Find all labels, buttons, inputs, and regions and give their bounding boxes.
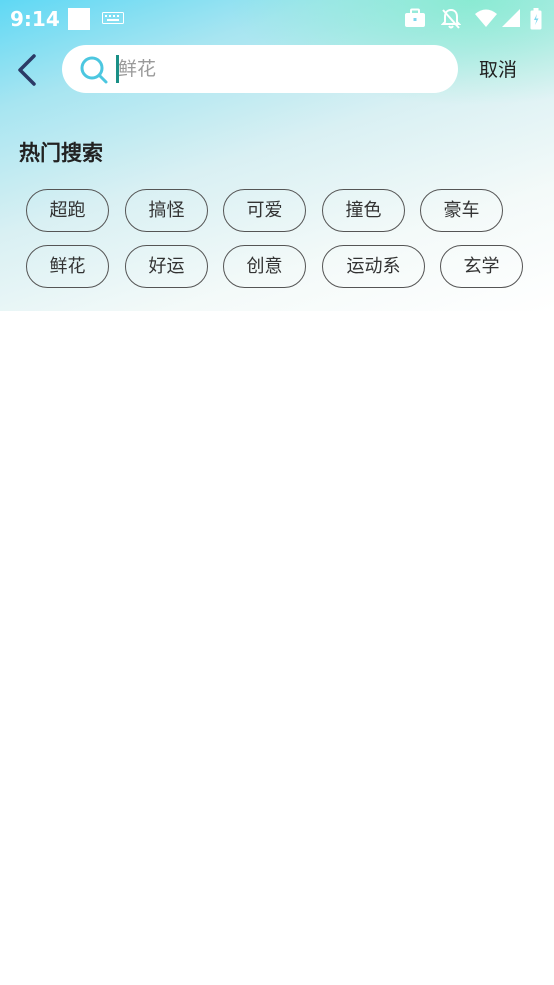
cancel-button[interactable]: 取消 xyxy=(470,55,526,85)
search-box[interactable] xyxy=(62,45,458,93)
square-icon xyxy=(68,8,90,30)
bell-off-icon xyxy=(441,8,461,29)
hot-tag[interactable]: 好运 xyxy=(125,245,208,288)
hot-tag[interactable]: 运动系 xyxy=(322,245,425,288)
screen: 9:14 鲜花 取消 热门搜索 超跑 搞怪 可爱 撞色 豪车 鲜花 好运 创意 … xyxy=(0,0,554,985)
chevron-left-icon xyxy=(18,54,36,86)
search-input[interactable] xyxy=(118,51,438,87)
hot-tag[interactable]: 可爱 xyxy=(223,189,306,232)
hot-tag[interactable]: 超跑 xyxy=(26,189,109,232)
hot-tag[interactable]: 撞色 xyxy=(322,189,405,232)
hot-tag[interactable]: 玄学 xyxy=(440,245,523,288)
briefcase-icon xyxy=(405,8,425,27)
search-icon xyxy=(80,56,108,84)
back-button[interactable] xyxy=(10,50,46,90)
hot-tag[interactable]: 创意 xyxy=(223,245,306,288)
hot-tag[interactable]: 豪车 xyxy=(420,189,503,232)
battery-icon xyxy=(530,8,542,30)
keyboard-icon xyxy=(102,12,124,24)
status-time: 9:14 xyxy=(10,7,60,31)
hot-tag[interactable]: 鲜花 xyxy=(26,245,109,288)
hot-search-title: 热门搜索 xyxy=(19,141,103,165)
status-bar: 9:14 xyxy=(0,0,554,38)
hot-tag[interactable]: 搞怪 xyxy=(125,189,208,232)
wifi-icon xyxy=(475,9,497,27)
signal-icon xyxy=(502,9,520,27)
